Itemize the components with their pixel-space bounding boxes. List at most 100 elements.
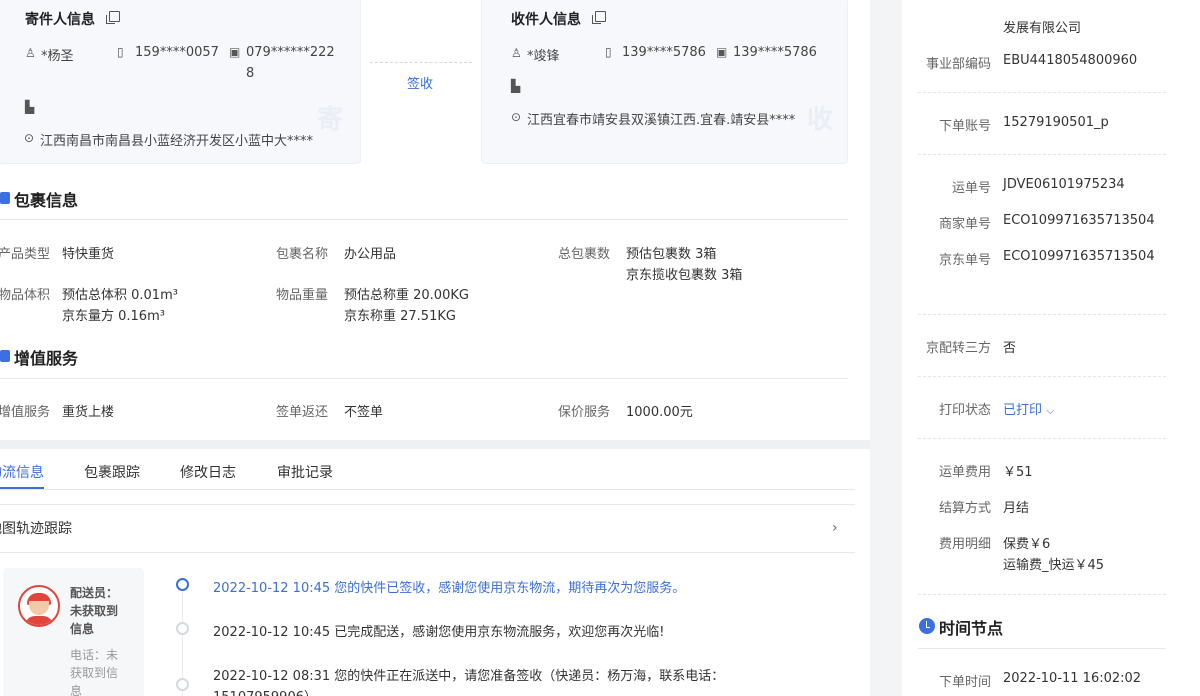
insure-value: 1000.00元 bbox=[626, 405, 693, 420]
receiver-address: 江西宜春市靖安县双溪镇江西.宜春.靖安县**** bbox=[527, 113, 796, 128]
order-account-value: 15279190501_p bbox=[1003, 115, 1109, 130]
volume-label: 物品体积 bbox=[0, 288, 51, 303]
courier-phone: 电话：未 bbox=[70, 648, 119, 662]
product-type-value: 特快重货 bbox=[62, 247, 115, 262]
tab-package-tracking[interactable]: 包裹跟踪 bbox=[84, 462, 140, 482]
divider bbox=[918, 594, 1166, 595]
weight-est: 预估总称重 20.00KG bbox=[344, 288, 469, 303]
product-type-label: 产品类型 bbox=[0, 247, 51, 262]
fee-label: 运单费用 bbox=[938, 465, 991, 480]
fee-detail-insure: 保费￥6 bbox=[1003, 537, 1051, 552]
divider bbox=[918, 648, 1166, 649]
waybill-label: 运单号 bbox=[951, 181, 991, 196]
courier-label: 配送员： bbox=[70, 586, 119, 600]
timeline-dot bbox=[176, 622, 189, 635]
package-count-est: 预估包裹数 3箱 bbox=[626, 247, 717, 262]
divider bbox=[918, 92, 1166, 93]
sender-phone: 079******222 bbox=[246, 45, 335, 60]
order-time-label: 下单时间 bbox=[938, 675, 991, 690]
package-title: 包裹信息 bbox=[14, 191, 79, 210]
weight-jd: 京东称重 27.51KG bbox=[344, 309, 456, 324]
courier-avatar bbox=[18, 585, 60, 627]
courier-value: 未获取到 bbox=[70, 604, 119, 618]
sender-title: 寄件人信息 bbox=[25, 12, 95, 28]
return-label: 签单返还 bbox=[276, 405, 329, 420]
copy-icon[interactable] bbox=[106, 11, 120, 24]
sender-mobile: 159****0057 bbox=[135, 45, 219, 60]
sign-status: 签收 bbox=[407, 77, 434, 92]
package-icon bbox=[0, 192, 10, 204]
third-party-label: 京配转三方 bbox=[925, 341, 991, 356]
dept-code-label: 事业部编码 bbox=[925, 57, 991, 72]
clock-icon bbox=[919, 618, 935, 634]
package-name-value: 办公用品 bbox=[344, 247, 397, 262]
divider bbox=[0, 219, 848, 220]
courier-value-cont: 信息 bbox=[70, 622, 95, 636]
volume-est: 预估总体积 0.01m³ bbox=[62, 288, 178, 303]
order-account-label: 下单账号 bbox=[938, 119, 991, 134]
courier-phone-cont: 获取到信 bbox=[70, 666, 119, 680]
location-icon: ⊙ bbox=[511, 110, 522, 124]
timeline-item: 2022-10-12 10:45 已完成配送，感谢您使用京东物流服务，欢迎您再次… bbox=[213, 625, 665, 640]
receiver-mobile: 139****5786 bbox=[622, 45, 706, 60]
timeline-dot bbox=[176, 578, 189, 591]
divider bbox=[918, 154, 1166, 155]
location-icon: ⊙ bbox=[24, 131, 35, 145]
main-panel: 寄 寄件人信息 ♙ *杨圣 ▯ 159****0057 ▣ 079******2… bbox=[0, 0, 870, 696]
timeline-item: 2022-10-12 08:31 您的快件正在派送中，请您准备签收（快递员：杨万… bbox=[213, 669, 725, 684]
fee-detail-label: 费用明细 bbox=[938, 537, 991, 552]
section-gap bbox=[0, 440, 870, 449]
print-status-dropdown[interactable]: 已打印 ⌵ bbox=[1003, 399, 1055, 418]
print-status-value: 已打印 bbox=[1003, 403, 1043, 418]
jd-no-value: ECO109971635713504 bbox=[1003, 249, 1155, 264]
third-party-value: 否 bbox=[1003, 341, 1017, 356]
time-nodes-title: 时间节点 bbox=[939, 619, 1004, 638]
weight-label: 物品重量 bbox=[276, 288, 329, 303]
receiver-name: *竣锋 bbox=[527, 49, 560, 64]
settle-label: 结算方式 bbox=[938, 501, 991, 516]
building-icon: ▙ bbox=[25, 100, 35, 114]
map-track-link[interactable]: 地图轨迹跟踪 bbox=[0, 518, 72, 538]
divider bbox=[918, 314, 1166, 315]
sender-phone-cont: 8 bbox=[246, 66, 255, 81]
jd-no-label: 京东单号 bbox=[938, 253, 991, 268]
print-status-label: 打印状态 bbox=[938, 403, 991, 418]
divider bbox=[0, 378, 848, 379]
package-name-label: 包裹名称 bbox=[276, 247, 329, 262]
merchant-no-value: ECO109971635713504 bbox=[1003, 213, 1155, 228]
divider bbox=[918, 438, 1166, 439]
mobile-icon: ▯ bbox=[605, 45, 612, 59]
sender-watermark: 寄 bbox=[317, 105, 344, 135]
order-time-value: 2022-10-11 16:02:02 bbox=[1003, 671, 1142, 686]
fee-detail-transport: 运输费_快运￥45 bbox=[1003, 558, 1105, 573]
package-count-label: 总包裹数 bbox=[558, 247, 611, 262]
divider bbox=[0, 504, 855, 505]
company-name: 发展有限公司 bbox=[1003, 21, 1082, 36]
tab-logistics[interactable]: 物流信息 bbox=[0, 462, 44, 482]
dept-code-value: EBU4418054800960 bbox=[1003, 53, 1138, 68]
phone-icon: ▣ bbox=[716, 45, 728, 59]
service-title: 增值服务 bbox=[14, 349, 79, 368]
merchant-no-label: 商家单号 bbox=[938, 217, 991, 232]
mobile-icon: ▯ bbox=[117, 45, 124, 59]
chevron-right-icon[interactable]: › bbox=[832, 520, 838, 536]
fee-value: ￥51 bbox=[1003, 465, 1033, 480]
insure-label: 保价服务 bbox=[558, 405, 611, 420]
copy-icon[interactable] bbox=[592, 11, 606, 24]
receiver-title: 收件人信息 bbox=[511, 12, 581, 28]
package-count-jd: 京东揽收包裹数 3箱 bbox=[626, 268, 743, 283]
person-icon: ♙ bbox=[25, 46, 36, 60]
sign-connector bbox=[370, 62, 472, 63]
receiver-watermark: 收 bbox=[807, 105, 834, 135]
tab-approval[interactable]: 审批记录 bbox=[277, 462, 333, 482]
chevron-down-icon: ⌵ bbox=[1046, 404, 1055, 417]
volume-jd: 京东量方 0.16m³ bbox=[62, 309, 165, 324]
receiver-phone: 139****5786 bbox=[733, 45, 817, 60]
return-value: 不签单 bbox=[344, 405, 384, 420]
service-label: 增值服务 bbox=[0, 405, 51, 420]
sender-card: 寄 寄件人信息 ♙ *杨圣 ▯ 159****0057 ▣ 079******2… bbox=[0, 0, 361, 164]
timeline-item: 2022-10-12 10:45 您的快件已签收，感谢您使用京东物流，期待再次为… bbox=[213, 581, 686, 596]
tab-change-log[interactable]: 修改日志 bbox=[180, 462, 236, 482]
receiver-card: 收 收件人信息 ♙ *竣锋 ▯ 139****5786 ▣ 139****578… bbox=[481, 0, 848, 164]
phone-icon: ▣ bbox=[229, 45, 241, 59]
